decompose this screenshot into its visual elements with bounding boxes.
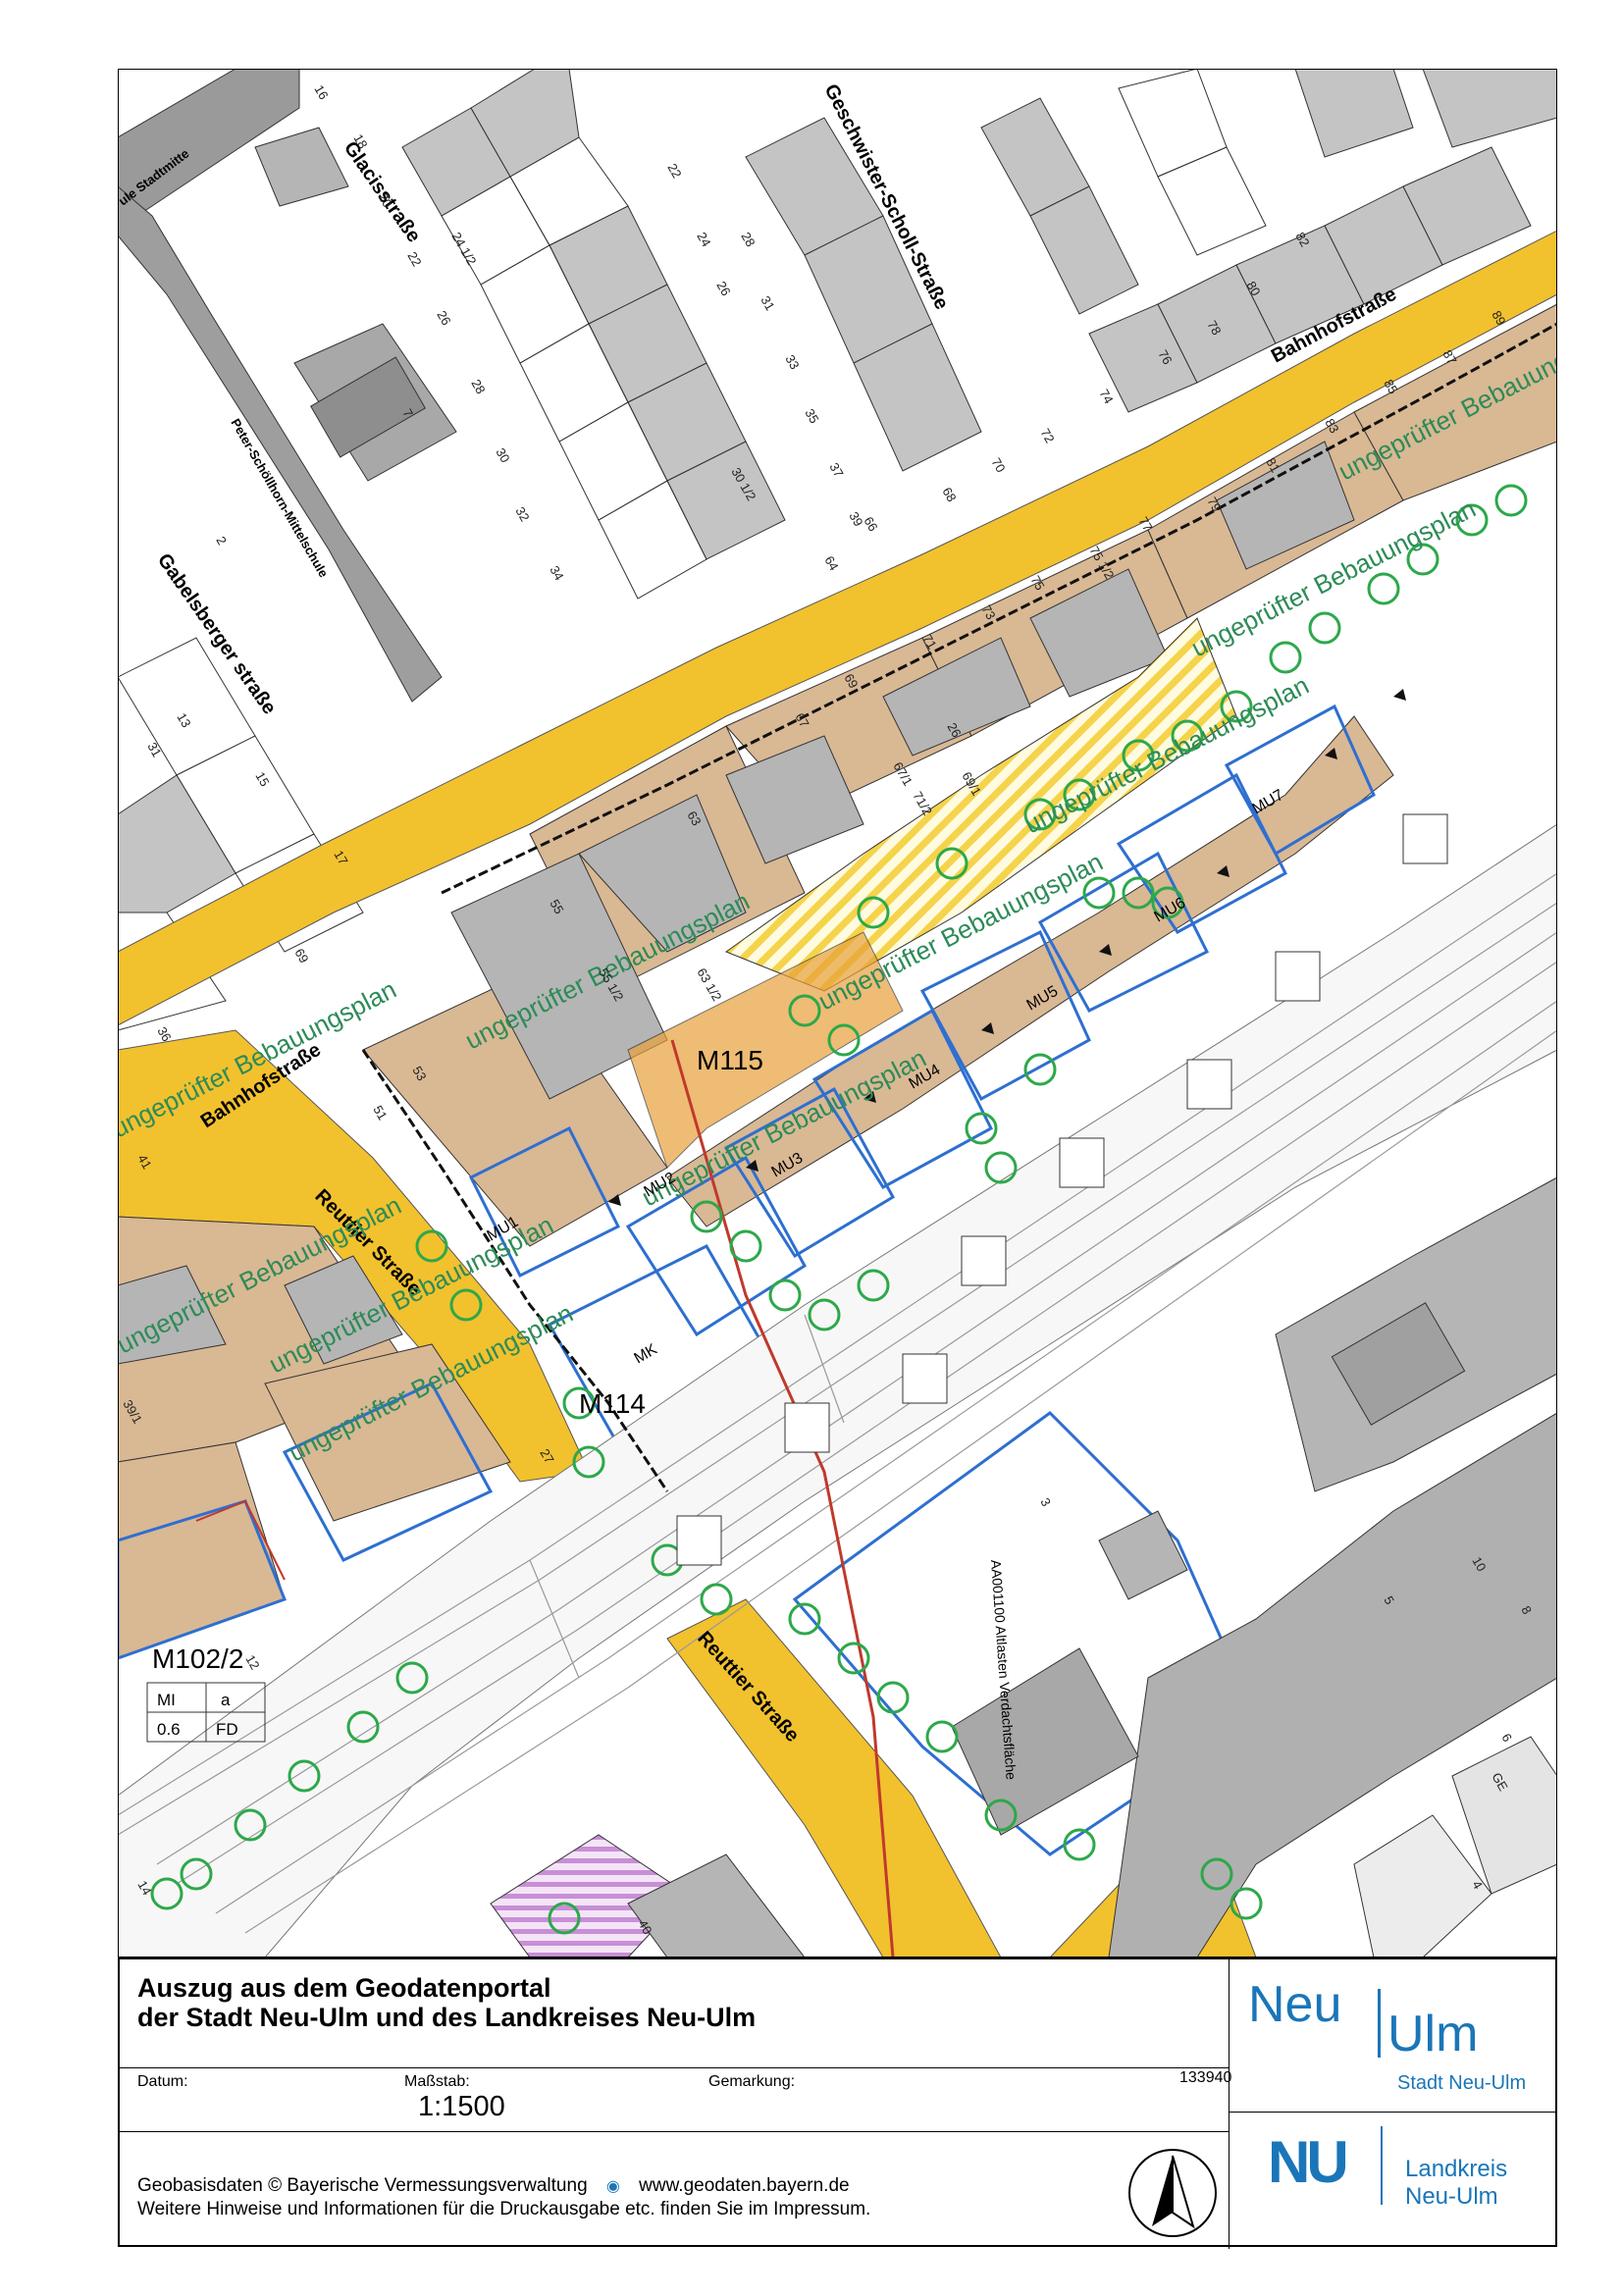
footer-copyright: Geobasisdaten © Bayerische Vermessungsve… — [137, 2175, 588, 2196]
footer-line-2: Weitere Hinweise und Informationen für d… — [137, 2199, 871, 2219]
footer-line-1: Geobasisdaten © Bayerische Vermessungsve… — [137, 2175, 850, 2198]
divider-logo-split — [1229, 2112, 1557, 2113]
table-cell: a — [221, 1691, 231, 1709]
table-cell: MI — [157, 1691, 176, 1709]
plan-code-m114: M114 — [579, 1388, 646, 1419]
plan-code-m115: M115 — [697, 1045, 763, 1075]
logo-stadt: Stadt Neu-Ulm — [1397, 2072, 1527, 2094]
divider-title — [120, 2067, 1229, 2068]
logo-landkreis-1: Landkreis — [1405, 2156, 1508, 2182]
legend-box: Auszug aus dem Geodatenportal der Stadt … — [118, 1957, 1557, 2249]
eye-icon: ◉ — [605, 2178, 620, 2195]
map-sheet: Glacisstraße Geschwister-Scholl-Straße B… — [0, 0, 1622, 2296]
logo-neu: Neu — [1248, 1976, 1342, 2033]
logo-landkreis-2: Neu-Ulm — [1405, 2183, 1498, 2210]
table-cell: FD — [216, 1720, 238, 1739]
footer-url[interactable]: www.geodaten.bayern.de — [639, 2175, 849, 2196]
gemarkung-value: 133940 — [1179, 2069, 1232, 2086]
table-cell: 0.6 — [157, 1720, 181, 1739]
title-line-2: der Stadt Neu-Ulm und des Landkreises Ne… — [137, 2003, 757, 2032]
logo-nu: NU — [1268, 2129, 1349, 2195]
gemarkung-label: Gemarkung: — [708, 2073, 796, 2090]
massstab-label: Maßstab: — [404, 2073, 470, 2090]
datum-label: Datum: — [137, 2073, 188, 2090]
plan-code-m102: M102/2 — [152, 1644, 243, 1674]
title-line-1: Auszug aus dem Geodatenportal — [137, 1973, 551, 2003]
divider-logos — [1229, 1959, 1230, 2249]
logo-nu-divider — [1381, 2126, 1383, 2205]
logo-divider — [1378, 1989, 1381, 2058]
divider-scale — [120, 2131, 1229, 2132]
scale-value: 1:1500 — [418, 2091, 505, 2122]
map-canvas[interactable]: Glacisstraße Geschwister-Scholl-Straße B… — [118, 69, 1557, 1957]
north-arrow-icon — [1128, 2149, 1217, 2237]
logo-ulm: Ulm — [1387, 2006, 1479, 2062]
